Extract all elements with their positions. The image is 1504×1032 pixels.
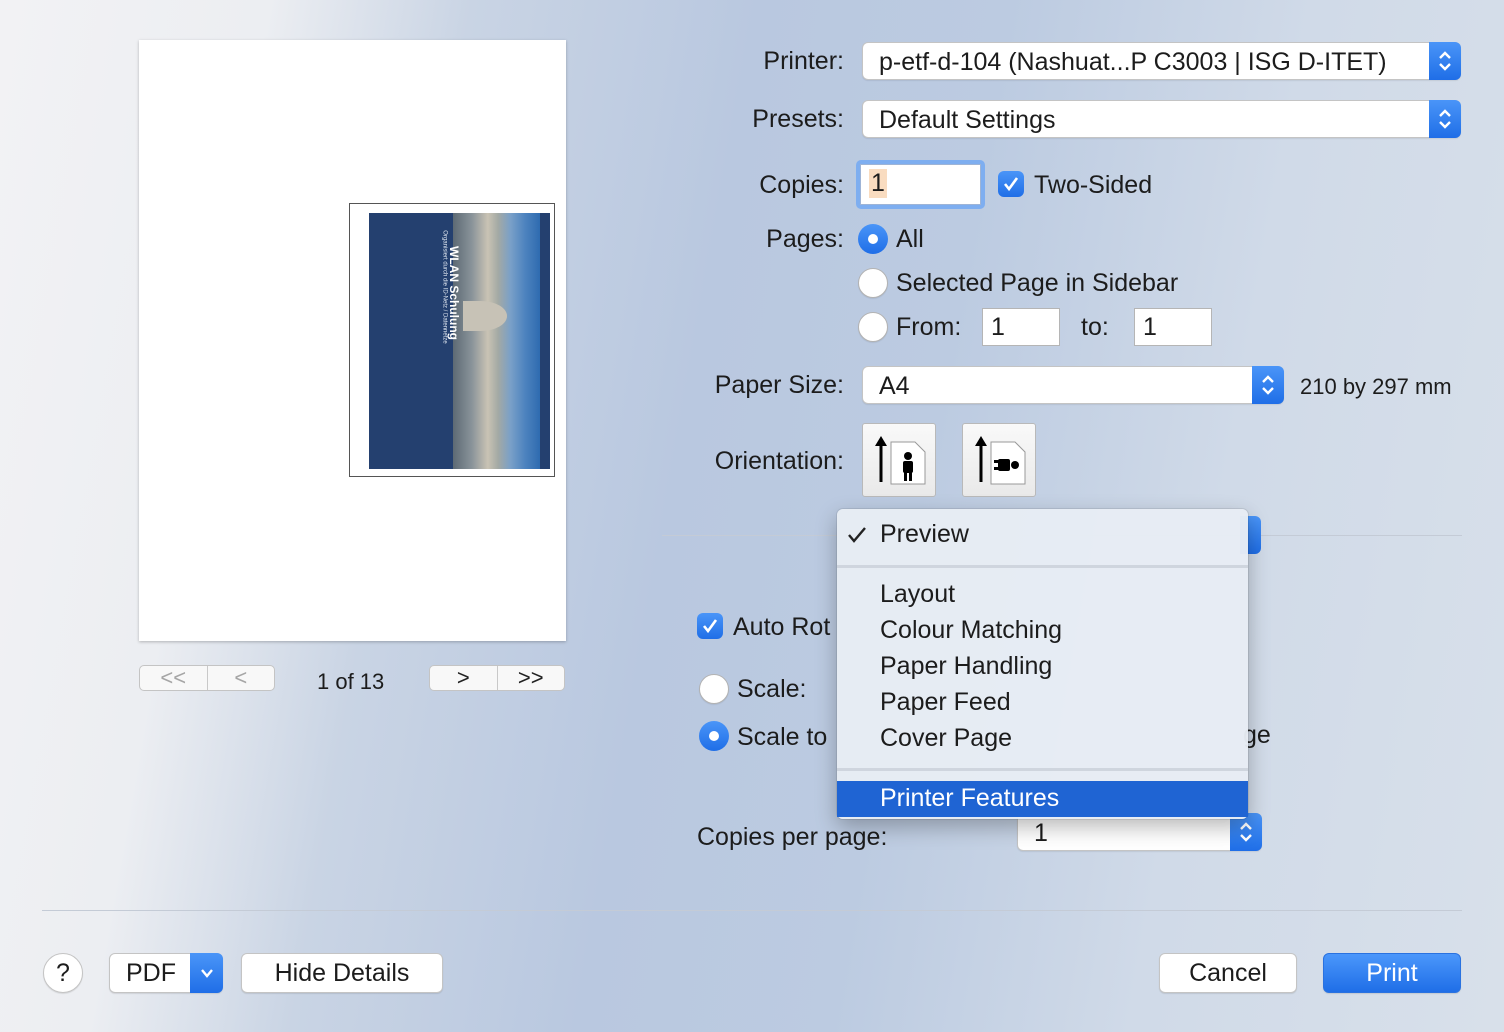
pages-from-label: From: [896, 313, 962, 341]
pages-selected-radio[interactable] [858, 268, 888, 298]
pages-to-value: 1 [1143, 313, 1157, 341]
pdf-label: PDF [126, 959, 176, 987]
checkmark-icon [702, 619, 718, 634]
thumbnail-blue-panel [369, 213, 453, 469]
next-page-button[interactable]: > [430, 665, 497, 690]
thumbnail-subtitle: Organisiert durch die ID-Netz / Datennet… [441, 230, 448, 344]
auto-rotate-label: Auto Rot [733, 613, 831, 641]
presets-value: Default Settings [879, 106, 1056, 134]
menu-item-paper-feed[interactable]: Paper Feed [837, 685, 1248, 721]
pages-selected-label: Selected Page in Sidebar [896, 269, 1179, 297]
cancel-button[interactable]: Cancel [1159, 953, 1297, 993]
copies-per-page-label: Copies per page: [697, 823, 888, 851]
document-thumbnail: WLAN Schulung Organisiert durch die ID-N… [349, 203, 555, 477]
pages-from-field[interactable]: 1 [982, 308, 1060, 346]
pages-to-field[interactable]: 1 [1134, 308, 1212, 346]
menu-item-cover-page[interactable]: Cover Page [837, 721, 1248, 757]
paper-dimensions: 210 by 297 mm [1300, 374, 1452, 399]
scale-to-fit-radio[interactable] [699, 721, 729, 751]
page-counter: 1 of 13 [317, 669, 385, 694]
previous-page-button[interactable]: < [206, 665, 275, 690]
presets-label: Presets: [752, 105, 844, 133]
copies-value: 1 [869, 169, 887, 198]
pages-label: Pages: [766, 225, 844, 253]
help-button[interactable]: ? [43, 953, 83, 993]
menu-separator [837, 768, 1248, 771]
pages-range-radio[interactable] [858, 312, 888, 342]
presets-popup-arrows-icon [1429, 100, 1461, 138]
paper-size-label: Paper Size: [714, 371, 844, 399]
menu-separator [837, 565, 1248, 568]
scale-label: Scale: [737, 675, 807, 703]
printer-popup-arrows-icon [1429, 42, 1461, 80]
scale-to-fit-label: Scale to [737, 723, 828, 751]
pdf-dropdown[interactable] [190, 953, 223, 993]
two-sided-checkbox[interactable] [998, 171, 1024, 197]
orientation-label: Orientation: [714, 447, 844, 475]
chevron-down-icon [201, 969, 213, 978]
pages-from-value: 1 [991, 313, 1005, 341]
copies-field[interactable]: 1 [860, 164, 981, 205]
menu-item-printer-features[interactable]: Printer Features [837, 781, 1248, 817]
scale-radio[interactable] [699, 674, 729, 704]
printer-value: p-etf-d-104 (Nashuat...P C3003 | ISG D-I… [879, 48, 1387, 76]
thumbnail-strip [540, 213, 550, 469]
paper-size-value: A4 [879, 372, 910, 400]
preview-back-nav: << < [139, 665, 275, 691]
print-button[interactable]: Print [1323, 953, 1461, 993]
pages-all-label: All [896, 225, 924, 253]
pages-to-label: to: [1081, 313, 1109, 341]
first-page-button[interactable]: << [140, 665, 207, 690]
printer-label: Printer: [763, 47, 844, 75]
copies-label: Copies: [759, 171, 844, 199]
paper-size-arrows-icon [1252, 366, 1284, 404]
last-page-button[interactable]: >> [496, 665, 565, 690]
hide-details-button[interactable]: Hide Details [241, 953, 443, 993]
pages-all-radio[interactable] [858, 224, 888, 254]
landscape-person-icon [975, 436, 1026, 485]
landscape-orientation-button[interactable] [962, 423, 1036, 497]
presets-popup[interactable]: Default Settings [862, 100, 1461, 138]
portrait-person-icon [875, 436, 926, 485]
menu-item-layout[interactable]: Layout [837, 577, 1248, 613]
checkmark-icon [848, 527, 866, 543]
footer-separator [42, 910, 1462, 911]
paper-size-popup[interactable]: A4 [862, 366, 1284, 404]
thumbnail-photo [453, 213, 540, 469]
two-sided-label: Two-Sided [1034, 171, 1153, 199]
pdf-menu-button[interactable]: PDF [109, 953, 223, 993]
preview-forward-nav: > >> [429, 665, 565, 691]
section-menu: Preview Layout Colour Matching Paper Han… [837, 509, 1248, 819]
menu-item-preview[interactable]: Preview [837, 517, 1248, 553]
menu-item-colour-matching[interactable]: Colour Matching [837, 613, 1248, 649]
auto-rotate-checkbox[interactable] [697, 613, 723, 639]
checkmark-icon [1003, 177, 1019, 192]
thumbnail-title: WLAN Schulung [446, 246, 461, 340]
copies-per-page-value: 1 [1034, 819, 1048, 847]
portrait-orientation-button[interactable] [862, 423, 936, 497]
printer-popup[interactable]: p-etf-d-104 (Nashuat...P C3003 | ISG D-I… [862, 42, 1461, 80]
menu-item-paper-handling[interactable]: Paper Handling [837, 649, 1248, 685]
